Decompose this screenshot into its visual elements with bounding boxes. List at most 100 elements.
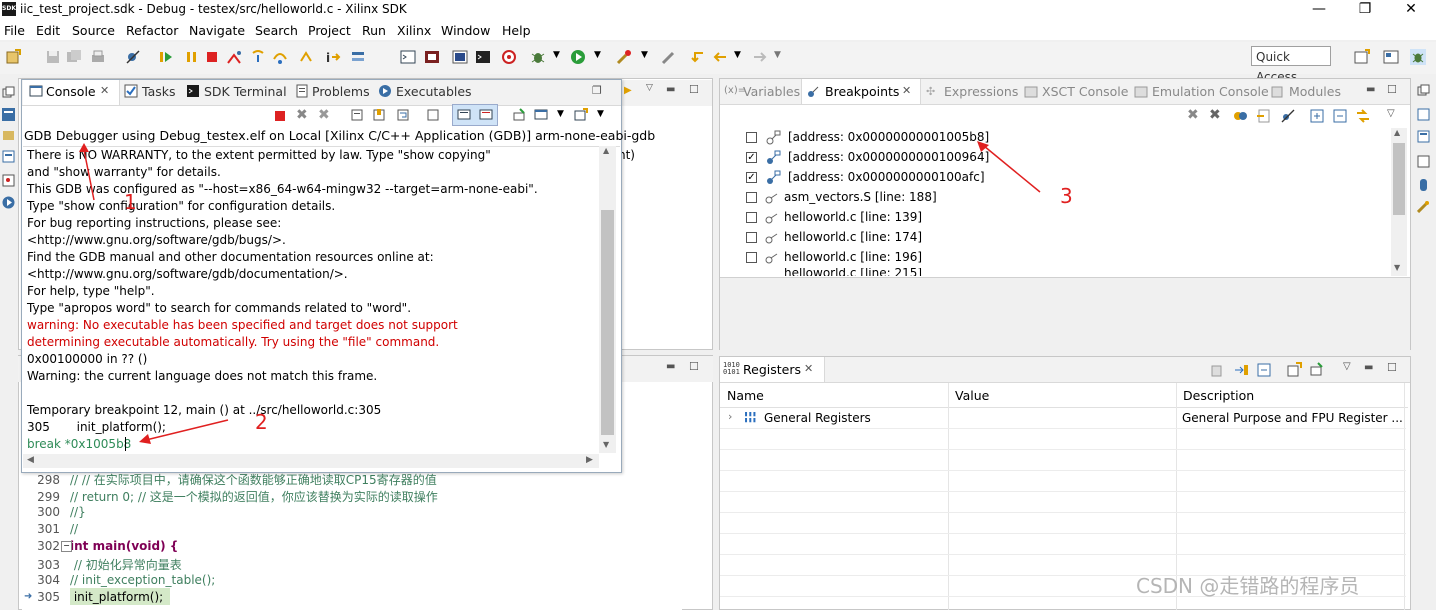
quick-access-input[interactable]: Quick Access bbox=[1251, 46, 1331, 84]
breakpoints-maximize-icon[interactable]: ☐ bbox=[1387, 83, 1397, 96]
restore-icon[interactable] bbox=[2, 86, 15, 99]
external-tools-dropdown-icon[interactable]: ▼ bbox=[641, 50, 648, 60]
target-connections-icon[interactable] bbox=[2, 174, 15, 187]
breakpoint-checkbox[interactable] bbox=[746, 252, 757, 263]
tab-emulation-console[interactable]: Emulation Console bbox=[1152, 84, 1269, 99]
menu-xilinx[interactable]: Xilinx bbox=[397, 23, 431, 38]
menu-window[interactable]: Window bbox=[441, 23, 490, 38]
terminate-icon[interactable] bbox=[204, 49, 220, 65]
skip-all-breakpoints-icon[interactable] bbox=[1280, 108, 1296, 124]
breakpoint-row-clipped[interactable]: helloworld.c [line: 215] bbox=[746, 268, 1386, 276]
right-view-3-icon[interactable] bbox=[1417, 155, 1430, 168]
menu-refactor[interactable]: Refactor bbox=[126, 23, 178, 38]
display-console-dropdown-icon[interactable]: ▼ bbox=[557, 109, 564, 119]
registers-minimize-icon[interactable]: ▬ bbox=[1364, 362, 1373, 373]
breakpoint-checkbox-checked[interactable]: ✓ bbox=[746, 172, 757, 183]
debug-dropdown-icon[interactable]: ▼ bbox=[553, 50, 560, 60]
expand-chevron-icon[interactable]: › bbox=[728, 410, 732, 423]
right-view-4-icon[interactable] bbox=[1419, 178, 1428, 192]
tab-sdk-terminal[interactable]: SDK Terminal bbox=[204, 84, 287, 99]
link-with-debug-view-icon[interactable] bbox=[1355, 108, 1371, 124]
word-wrap-icon[interactable] bbox=[396, 108, 410, 122]
debug-view-icon[interactable] bbox=[2, 108, 15, 121]
open-console-icon[interactable] bbox=[574, 108, 588, 122]
maximize-button[interactable]: ❐ bbox=[1342, 0, 1388, 20]
right-restore-icon[interactable] bbox=[1417, 84, 1430, 97]
console-terminate-icon[interactable] bbox=[274, 110, 286, 122]
new-view-icon[interactable] bbox=[1286, 362, 1302, 378]
fold-toggle-icon[interactable]: − bbox=[61, 541, 72, 552]
project-explorer-icon[interactable] bbox=[2, 128, 15, 141]
breakpoint-checkbox[interactable] bbox=[746, 232, 757, 243]
tab-executables[interactable]: Executables bbox=[396, 84, 472, 99]
breakpoints-view-menu-icon[interactable]: ▽ bbox=[1387, 108, 1395, 119]
cpp-perspective-icon[interactable] bbox=[1383, 49, 1399, 65]
tab-modules[interactable]: Modules bbox=[1289, 84, 1341, 99]
terminal-icon[interactable] bbox=[475, 49, 491, 65]
display-console-icon[interactable] bbox=[534, 108, 548, 122]
bp-scroll-down-icon[interactable]: ▼ bbox=[1394, 263, 1400, 272]
expand-all-icon[interactable] bbox=[1309, 108, 1325, 124]
remove-launch-icon[interactable]: ✖ bbox=[296, 107, 308, 123]
breakpoint-checkbox[interactable] bbox=[746, 212, 757, 223]
right-view-2-icon[interactable] bbox=[1417, 130, 1430, 143]
open-perspective-icon[interactable] bbox=[1354, 49, 1370, 65]
menu-run[interactable]: Run bbox=[362, 23, 386, 38]
outline-icon[interactable] bbox=[2, 150, 15, 163]
save-icon[interactable] bbox=[45, 49, 61, 65]
remove-all-breakpoints-icon[interactable]: ✖ bbox=[1209, 107, 1221, 123]
editor-maximize-icon[interactable]: ☐ bbox=[689, 360, 699, 373]
back-dropdown-icon[interactable]: ▼ bbox=[734, 50, 741, 60]
breakpoint-checkbox[interactable] bbox=[746, 192, 757, 203]
forward-dropdown-icon[interactable]: ▼ bbox=[774, 50, 781, 60]
tab-breakpoints[interactable]: Breakpoints bbox=[825, 84, 899, 99]
console-vertical-scroll-thumb[interactable] bbox=[601, 210, 614, 435]
column-value-header[interactable]: Value bbox=[955, 388, 989, 403]
breakpoint-checkbox-checked[interactable]: ✓ bbox=[746, 152, 757, 163]
minimize-button[interactable]: — bbox=[1296, 0, 1342, 20]
show-supported-breakpoints-icon[interactable] bbox=[1232, 108, 1248, 124]
breakpoints-scroll-thumb[interactable] bbox=[1393, 143, 1405, 215]
debug-view-menu-icon[interactable]: ▽ bbox=[646, 83, 653, 93]
breakpoint-checkbox[interactable] bbox=[746, 132, 757, 143]
console-restore-icon[interactable]: ❐ bbox=[592, 84, 602, 97]
tab-xsct-console[interactable]: XSCT Console bbox=[1042, 84, 1128, 99]
menu-navigate[interactable]: Navigate bbox=[189, 23, 245, 38]
drop-to-frame-icon[interactable] bbox=[350, 49, 366, 65]
pin-registers-icon[interactable] bbox=[1309, 362, 1325, 378]
menu-edit[interactable]: Edit bbox=[36, 23, 60, 38]
console-input-line[interactable]: break *0x1005b8 bbox=[27, 437, 131, 451]
tab-tasks[interactable]: Tasks bbox=[142, 84, 176, 99]
debug-perspective-icon[interactable] bbox=[1410, 49, 1426, 65]
remove-breakpoint-icon[interactable]: ✖ bbox=[1187, 107, 1199, 123]
step-into-icon[interactable] bbox=[250, 49, 266, 65]
forward-icon[interactable] bbox=[752, 49, 768, 65]
show-on-stderr-icon[interactable] bbox=[479, 108, 493, 122]
show-console-icon[interactable] bbox=[426, 108, 440, 122]
skip-breakpoints-icon[interactable] bbox=[125, 49, 141, 65]
scroll-down-icon[interactable]: ▼ bbox=[603, 440, 609, 449]
remove-all-launches-icon[interactable]: ✖ bbox=[318, 107, 330, 123]
registers-maximize-icon[interactable]: ☐ bbox=[1387, 361, 1397, 374]
scroll-up-icon[interactable]: ▲ bbox=[603, 146, 609, 155]
program-fpga-icon[interactable] bbox=[424, 49, 440, 65]
debug-run-icon[interactable] bbox=[2, 196, 15, 209]
menu-search[interactable]: Search bbox=[255, 23, 298, 38]
print-icon[interactable] bbox=[90, 49, 106, 65]
go-to-file-icon[interactable] bbox=[1256, 108, 1272, 124]
registers-tab-close-icon[interactable]: ✕ bbox=[804, 362, 813, 375]
column-description-header[interactable]: Description bbox=[1183, 388, 1254, 403]
clear-console-icon[interactable] bbox=[350, 108, 364, 122]
editor-minimize-icon[interactable]: ▬ bbox=[666, 361, 675, 372]
debug-view-minimize-icon[interactable]: ▬ bbox=[666, 84, 675, 95]
breakpoints-tab-close-icon[interactable]: ✕ bbox=[902, 84, 911, 97]
debug-icon[interactable] bbox=[530, 49, 546, 65]
right-view-1-icon[interactable] bbox=[1417, 108, 1430, 121]
tab-console[interactable]: Console bbox=[46, 84, 96, 99]
step-over-icon[interactable] bbox=[272, 49, 288, 65]
console-tab-close-icon[interactable]: ✕ bbox=[100, 84, 109, 97]
register-group-add-icon[interactable] bbox=[1210, 362, 1226, 378]
show-on-stdout-icon[interactable] bbox=[457, 108, 471, 122]
debug-config-icon[interactable] bbox=[501, 49, 517, 65]
open-console-dropdown-icon[interactable]: ▼ bbox=[597, 109, 604, 119]
